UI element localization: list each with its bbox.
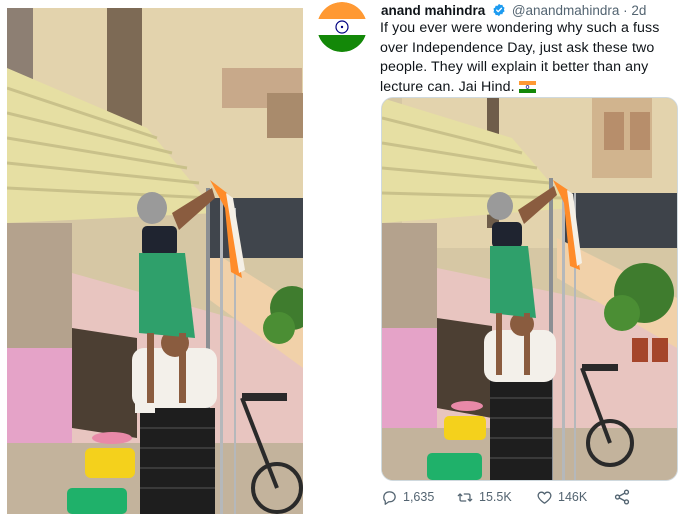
author-handle[interactable]: @anandmahindra: [512, 3, 620, 18]
share-icon: [614, 489, 630, 505]
reply-icon: [383, 490, 396, 505]
tweet-time[interactable]: 2d: [631, 3, 646, 18]
flag-hoisting-photo: [7, 8, 303, 514]
tweet-text: If you ever were wondering why such a fu…: [380, 19, 680, 99]
reply-count: 1,635: [403, 490, 435, 504]
flag-hoisting-photo: [382, 98, 677, 480]
tweet-actions: 1,635 15.5K 146K: [381, 486, 681, 508]
share-button[interactable]: [613, 486, 636, 508]
retweet-count: 15.5K: [479, 490, 512, 504]
reply-button[interactable]: 1,635: [381, 486, 434, 508]
heart-icon: [537, 491, 552, 504]
author-avatar[interactable]: [317, 2, 367, 52]
tweet-card: anand mahindra @anandmahindra · 2d If yo…: [309, 0, 685, 514]
like-count: 146K: [558, 490, 588, 504]
retweet-icon: [457, 492, 473, 502]
like-button[interactable]: 146K: [536, 486, 587, 508]
author-name[interactable]: anand mahindra: [381, 3, 485, 18]
left-photo: [7, 8, 303, 514]
india-flag-avatar-icon: [317, 2, 367, 52]
tweet-media-photo[interactable]: [381, 97, 678, 481]
retweet-button[interactable]: 15.5K: [456, 486, 512, 508]
header-separator: ·: [623, 3, 628, 18]
